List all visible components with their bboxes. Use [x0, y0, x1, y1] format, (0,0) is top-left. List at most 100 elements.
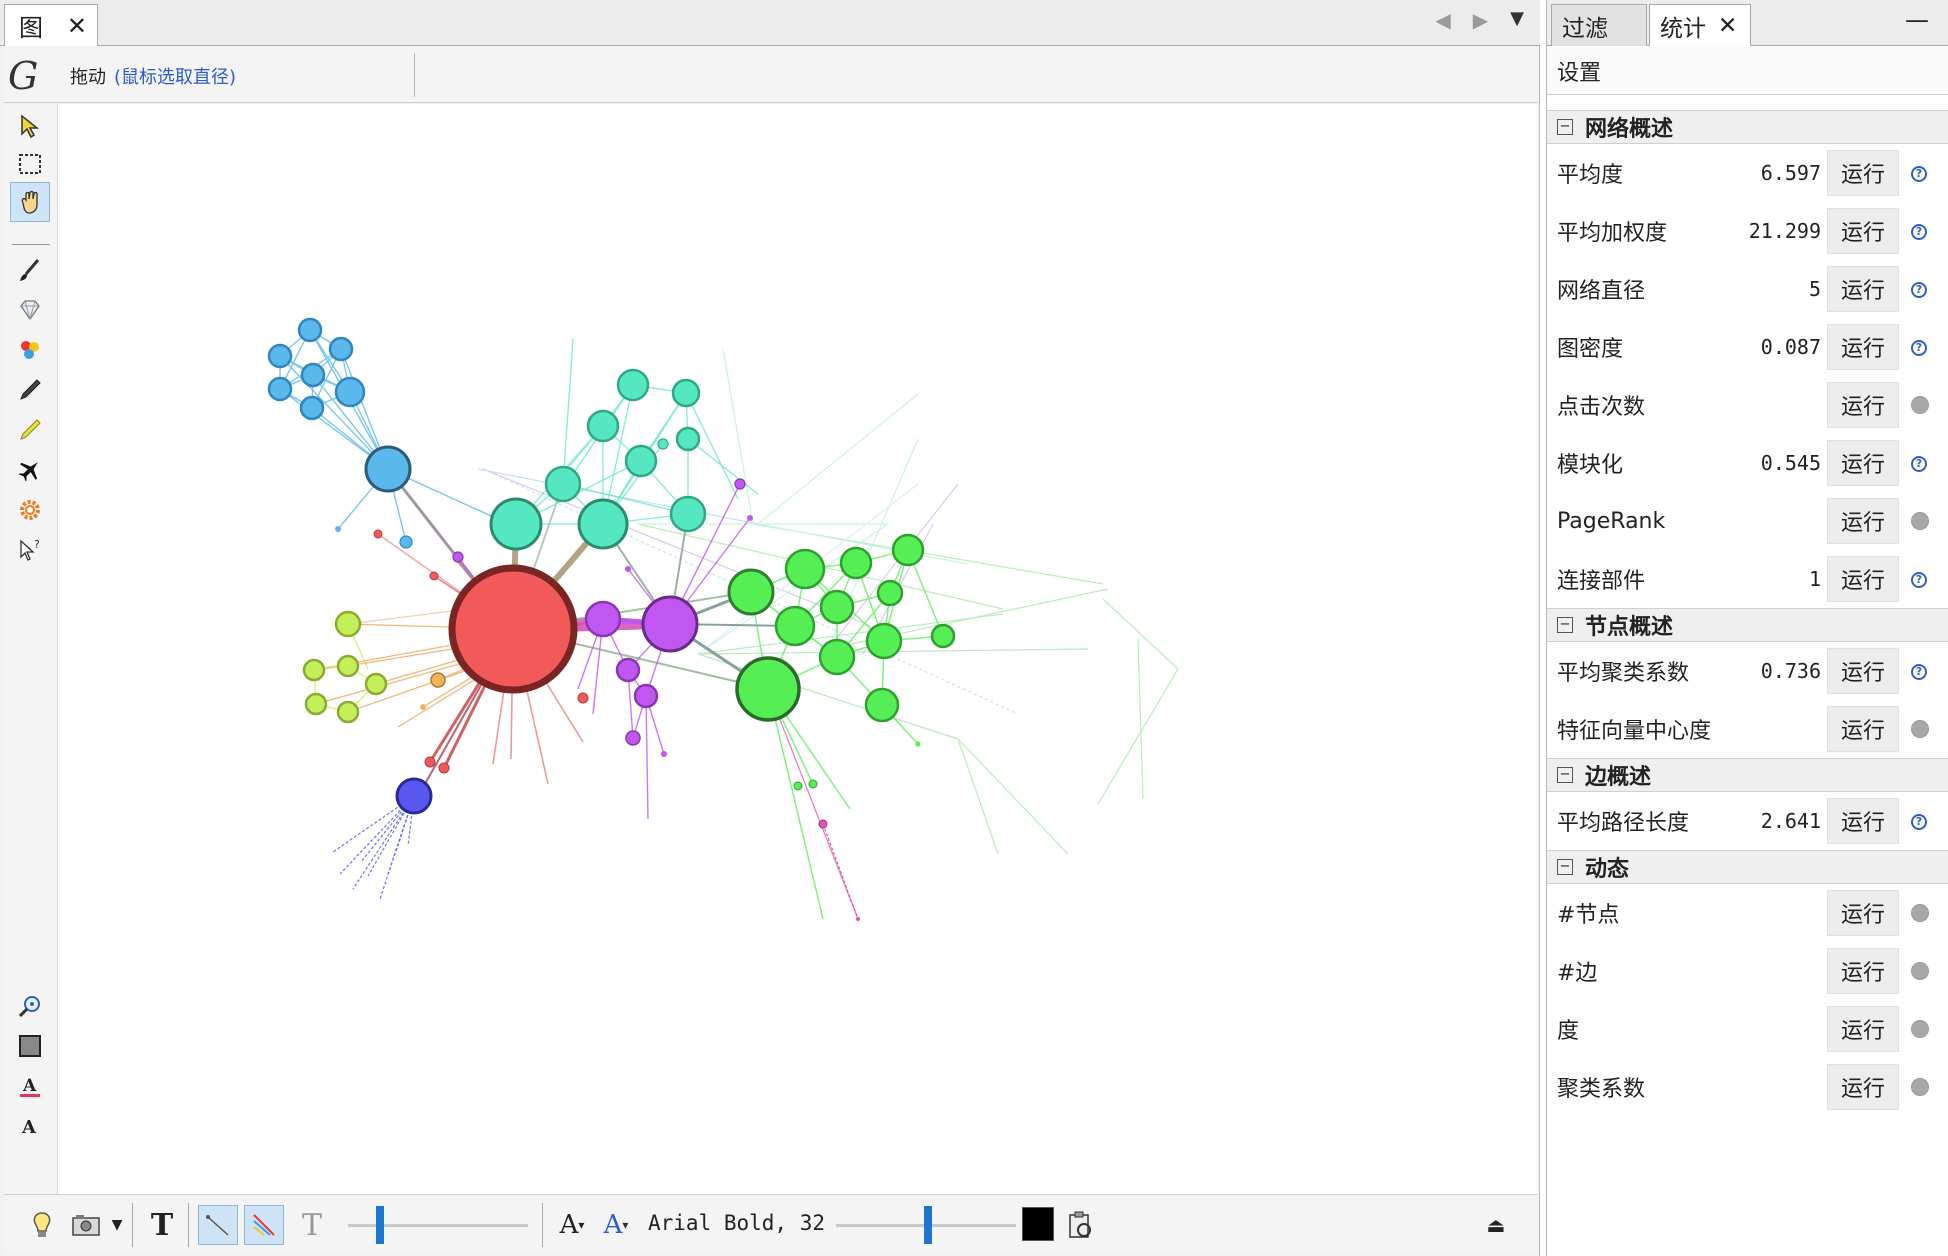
rectangle-select-icon[interactable] [10, 144, 50, 184]
settings-label: 设置 [1557, 60, 1602, 86]
info-icon[interactable]: ? [1911, 456, 1927, 472]
diamond-icon[interactable] [10, 290, 50, 330]
clipboard-settings-icon[interactable] [1060, 1205, 1100, 1245]
section-header[interactable]: − 网络概述 [1547, 110, 1948, 144]
edge-scale-slider[interactable] [348, 1206, 528, 1244]
font-size-slider[interactable] [836, 1206, 1016, 1244]
run-button[interactable]: 运行 [1827, 150, 1899, 196]
run-button[interactable]: 运行 [1827, 798, 1899, 844]
status-dot-icon[interactable] [1911, 512, 1929, 530]
status-dot-icon[interactable] [1911, 1078, 1929, 1096]
pointer-arrow-icon[interactable] [10, 106, 50, 146]
dropdown-arrow-icon[interactable]: ▼ [1510, 8, 1524, 32]
graph-window: 图 ✕ ◀ ▶ ▼ G 拖动 (鼠标选取直径) ? A A ▼ T T A ▾ … [0, 0, 1540, 1256]
color-painter-icon[interactable] [10, 330, 50, 370]
edge-color-icon[interactable] [244, 1205, 284, 1245]
status-dot-icon[interactable] [1911, 720, 1929, 738]
stat-value: 0.736 [1760, 659, 1821, 683]
tab-filter[interactable]: 过滤 [1551, 4, 1647, 46]
run-button[interactable]: 运行 [1827, 556, 1899, 602]
collapse-icon[interactable]: − [1557, 767, 1573, 783]
stat-name: PageRank [1557, 508, 1666, 534]
collapse-icon[interactable]: − [1557, 119, 1573, 135]
help-pointer-icon[interactable]: ? [10, 530, 50, 570]
drag-hand-icon[interactable] [10, 182, 50, 222]
stat-value: 0.545 [1760, 451, 1821, 475]
panel-tabbar: 过滤 统计 ✕ — [1547, 0, 1948, 46]
edge-size-icon[interactable] [198, 1205, 238, 1245]
slider-thumb[interactable] [376, 1206, 384, 1244]
tab-statistics[interactable]: 统计 ✕ [1649, 4, 1751, 46]
info-icon[interactable]: ? [1911, 340, 1927, 356]
eject-icon[interactable]: ⏏ [1478, 1205, 1514, 1245]
run-button[interactable]: 运行 [1827, 498, 1899, 544]
svg-text:A: A [22, 1076, 37, 1096]
label-color-swatch[interactable] [1022, 1207, 1054, 1241]
run-button[interactable]: 运行 [1827, 948, 1899, 994]
status-dot-icon[interactable] [1911, 396, 1929, 414]
minimize-icon[interactable]: — [1905, 6, 1929, 34]
brush-icon[interactable] [10, 250, 50, 290]
stat-name: 图密度 [1557, 337, 1624, 362]
mode-label: 拖动 [70, 67, 106, 88]
info-icon[interactable]: ? [1911, 814, 1927, 830]
graph-canvas[interactable] [58, 104, 1538, 1194]
background-color-icon[interactable] [10, 1026, 50, 1066]
show-labels-icon[interactable]: T [142, 1205, 182, 1245]
run-button[interactable]: 运行 [1827, 1064, 1899, 1110]
info-icon[interactable]: ? [1911, 572, 1927, 588]
font-icon[interactable]: A ▾ [554, 1205, 590, 1245]
camera-dropdown-icon[interactable]: ▼ [108, 1205, 126, 1245]
info-icon[interactable]: ? [1911, 282, 1927, 298]
pencil-icon[interactable] [10, 370, 50, 410]
highlighter-icon[interactable] [10, 410, 50, 450]
info-icon[interactable]: ? [1911, 224, 1927, 240]
close-icon[interactable]: ✕ [1718, 13, 1737, 39]
stat-name: 聚类系数 [1557, 1077, 1646, 1102]
section-header[interactable]: − 边概述 [1547, 758, 1948, 792]
run-button[interactable]: 运行 [1827, 382, 1899, 428]
graph-bottom-toolbar: ▼ T T A ▾ A ▾ Arial Bold, 32 ⏏ [4, 1194, 1538, 1254]
gephi-logo-icon: G [8, 54, 39, 98]
network-graph[interactable] [58, 104, 1538, 1194]
tab-graph[interactable]: 图 ✕ [4, 4, 98, 46]
run-button[interactable]: 运行 [1827, 266, 1899, 312]
screenshot-camera-icon[interactable] [66, 1205, 106, 1245]
run-button[interactable]: 运行 [1827, 440, 1899, 486]
run-button[interactable]: 运行 [1827, 1006, 1899, 1052]
run-button[interactable]: 运行 [1827, 324, 1899, 370]
gear-icon[interactable] [10, 490, 50, 530]
font-name-label[interactable]: Arial Bold, 32 [648, 1211, 825, 1235]
collapse-icon[interactable]: − [1557, 617, 1573, 633]
zoom-center-icon[interactable] [10, 986, 50, 1026]
run-button[interactable]: 运行 [1827, 890, 1899, 936]
edge-labels-icon[interactable]: T [292, 1205, 332, 1245]
section-header[interactable]: − 节点概述 [1547, 608, 1948, 642]
label-color-icon[interactable]: A [10, 1066, 50, 1106]
chevron-right-icon[interactable]: ▶ [1473, 8, 1488, 32]
lightbulb-icon[interactable] [22, 1205, 62, 1245]
statistics-list: − 网络概述 平均度 6.597 运行? 平均加权度 21.299 运行? 网络直径 5 运行? 图密… [1547, 110, 1948, 1116]
slider-thumb[interactable] [924, 1206, 932, 1244]
status-dot-icon[interactable] [1911, 1020, 1929, 1038]
airplane-icon[interactable] [10, 450, 50, 490]
stat-value: 1 [1808, 567, 1821, 591]
label-size-icon[interactable]: A [10, 1106, 50, 1146]
run-button[interactable]: 运行 [1827, 648, 1899, 694]
stat-name: 平均加权度 [1557, 221, 1668, 246]
info-icon[interactable]: ? [1911, 166, 1927, 182]
settings-row[interactable]: 设置 [1547, 47, 1948, 95]
stat-row: 连接部件 1 运行? [1547, 550, 1948, 608]
section-header[interactable]: − 动态 [1547, 850, 1948, 884]
left-tool-palette: ? A A [4, 104, 58, 1194]
status-dot-icon[interactable] [1911, 962, 1929, 980]
info-icon[interactable]: ? [1911, 664, 1927, 680]
font-color-icon[interactable]: A ▾ [598, 1205, 634, 1245]
status-dot-icon[interactable] [1911, 904, 1929, 922]
run-button[interactable]: 运行 [1827, 706, 1899, 752]
tab-navigation: ◀ ▶ ▼ [1435, 8, 1524, 32]
chevron-left-icon[interactable]: ◀ [1435, 8, 1450, 32]
collapse-icon[interactable]: − [1557, 859, 1573, 875]
close-icon[interactable]: ✕ [67, 12, 87, 40]
run-button[interactable]: 运行 [1827, 208, 1899, 254]
